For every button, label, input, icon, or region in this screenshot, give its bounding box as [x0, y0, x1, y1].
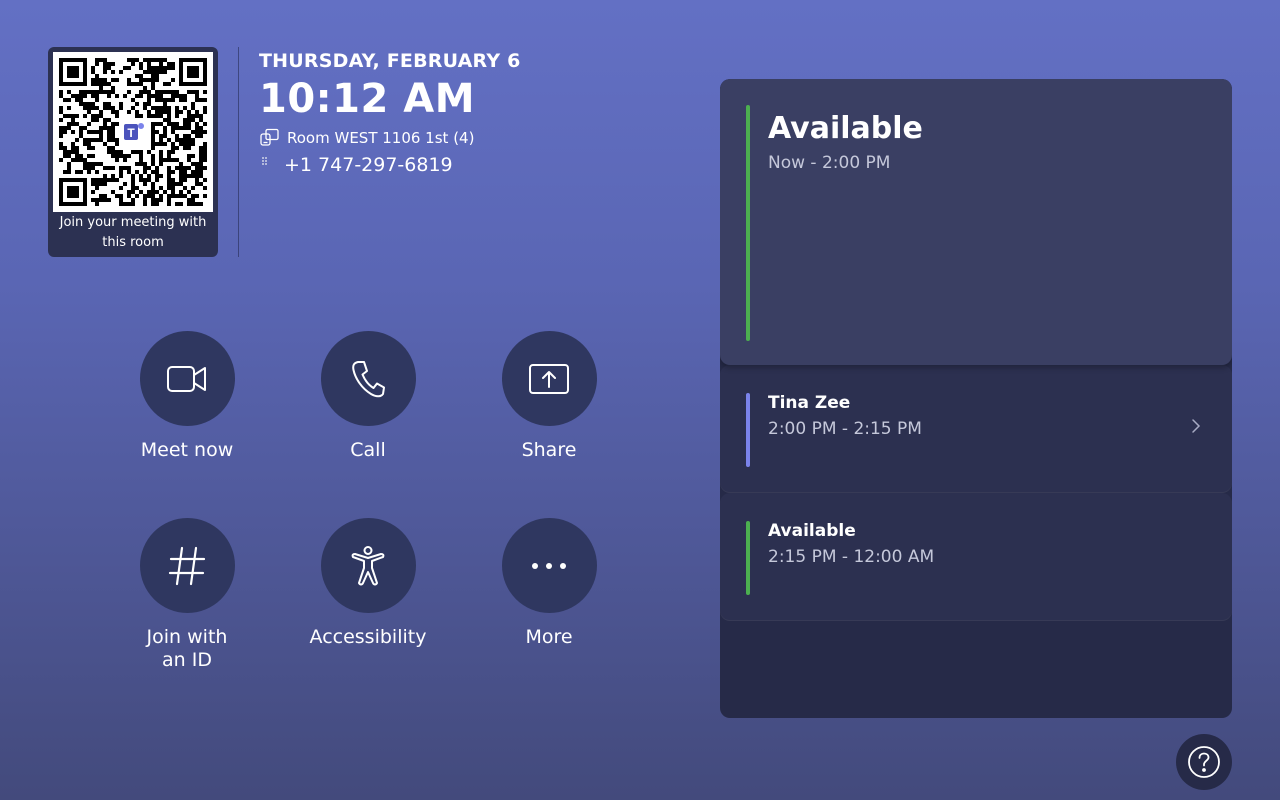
- slot-title: Available: [768, 521, 856, 541]
- accessibility-icon[interactable]: [320, 518, 416, 613]
- current-status-title: Available: [768, 111, 923, 146]
- more-label: More: [525, 626, 573, 648]
- calendar-slot-available-later[interactable]: Available 2:15 PM - 12:00 AM: [720, 493, 1232, 620]
- more-dots-icon[interactable]: [501, 518, 597, 613]
- phone-info: +1 747-297-6819: [259, 154, 453, 176]
- share-screen-icon[interactable]: [501, 331, 597, 426]
- chevron-right-icon[interactable]: [1190, 417, 1202, 435]
- status-bar: [746, 393, 750, 467]
- help-button[interactable]: [1176, 734, 1232, 790]
- join-with-id-label-line: an ID: [162, 649, 212, 671]
- call-button[interactable]: Call: [298, 331, 438, 462]
- room-name: Room WEST 1106 1st (4): [287, 129, 475, 147]
- qr-caption: Join your meeting with this room: [48, 213, 218, 253]
- current-status-time: Now - 2:00 PM: [768, 153, 891, 173]
- room-display-icon: [259, 128, 281, 148]
- accessibility-button[interactable]: Accessibility: [298, 518, 438, 649]
- header-divider: [238, 47, 239, 257]
- dialpad-icon: [259, 155, 275, 175]
- video-camera-icon[interactable]: [139, 331, 235, 426]
- hash-icon[interactable]: [139, 518, 235, 613]
- room-phone-number: +1 747-297-6819: [284, 154, 453, 176]
- meeting-title: Tina Zee: [768, 393, 851, 413]
- room-info: Room WEST 1106 1st (4): [259, 128, 474, 148]
- qr-caption-line: this room: [102, 235, 164, 250]
- more-button[interactable]: More: [479, 518, 619, 649]
- join-with-id-label: Join with an ID: [117, 626, 257, 672]
- join-with-id-button[interactable]: Join with an ID: [117, 518, 257, 672]
- join-with-id-label-line: Join with: [146, 626, 228, 648]
- slot-time: 2:15 PM - 12:00 AM: [768, 547, 935, 567]
- svg-text:T: T: [127, 126, 135, 140]
- qr-code: T: [53, 52, 213, 212]
- qr-code-card: T Join your meeting with this room: [48, 47, 218, 257]
- meet-now-label: Meet now: [140, 439, 234, 461]
- calendar-meeting-tina-zee[interactable]: Tina Zee 2:00 PM - 2:15 PM: [720, 365, 1232, 492]
- status-bar: [746, 105, 750, 341]
- accessibility-label: Accessibility: [309, 626, 427, 648]
- meeting-time: 2:00 PM - 2:15 PM: [768, 419, 922, 439]
- qr-caption-line: Join your meeting with: [59, 215, 207, 230]
- calendar-current-status: Available Now - 2:00 PM: [720, 79, 1232, 365]
- share-button[interactable]: Share: [479, 331, 619, 462]
- time-label: 10:12 AM: [259, 76, 476, 122]
- status-bar: [746, 521, 750, 595]
- call-label: Call: [350, 439, 386, 461]
- calendar-panel: Available 2:15 PM - 12:00 AM Tina Zee 2:…: [720, 79, 1232, 718]
- meet-now-button[interactable]: Meet now: [117, 331, 257, 462]
- date-label: THURSDAY, FEBRUARY 6: [259, 50, 521, 72]
- phone-icon[interactable]: [320, 331, 416, 426]
- help-icon[interactable]: [1187, 745, 1221, 779]
- share-label: Share: [521, 439, 577, 461]
